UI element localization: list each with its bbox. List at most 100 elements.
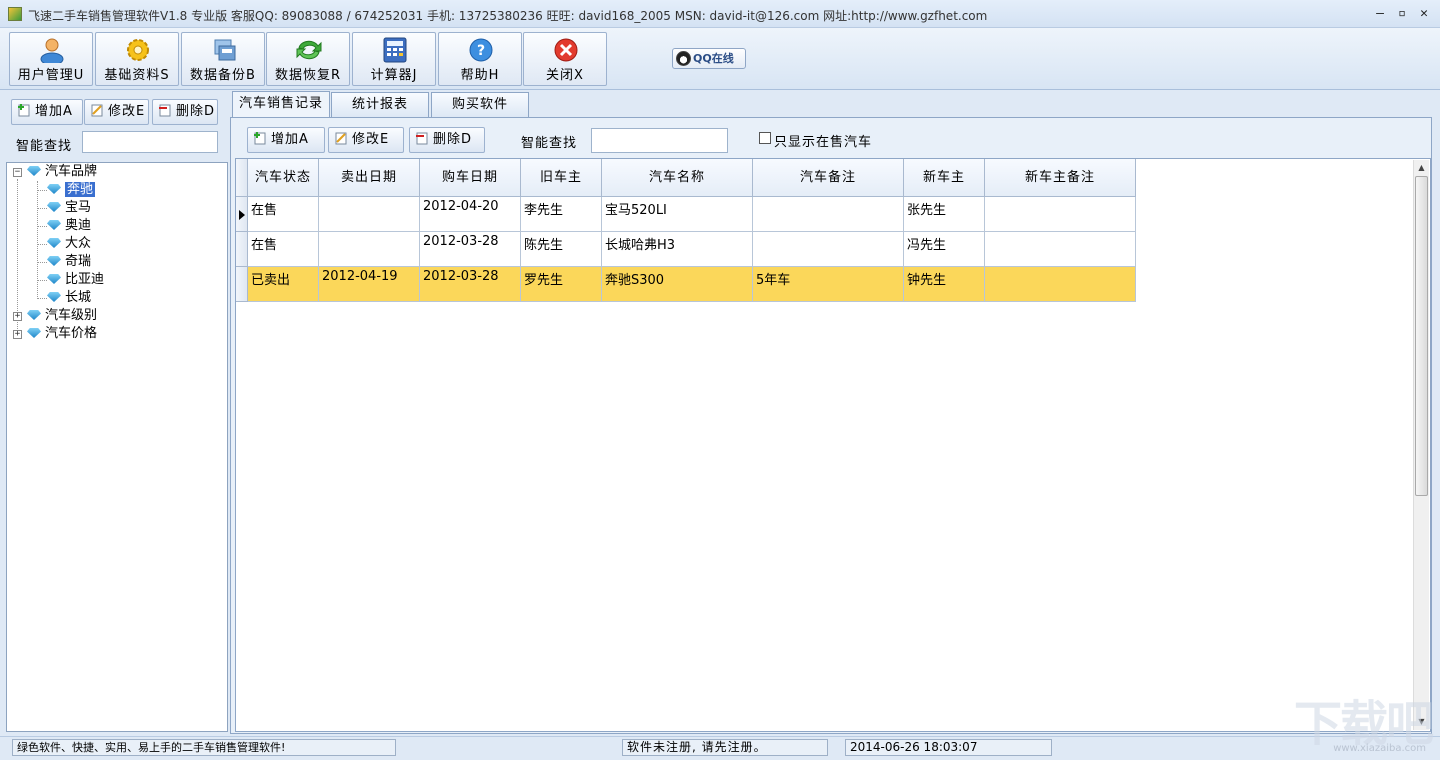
column-header-status[interactable]: 汽车状态 bbox=[248, 159, 319, 197]
add-record-button[interactable]: 增加A bbox=[247, 127, 325, 153]
left-delete-button[interactable]: 删除D bbox=[152, 99, 218, 125]
table-cell[interactable]: 罗先生 bbox=[521, 267, 602, 302]
status-register[interactable]: 软件未注册, 请先注册。 bbox=[622, 739, 828, 756]
close-window-button[interactable]: ✕ bbox=[1414, 5, 1434, 23]
minimize-button[interactable]: – bbox=[1370, 5, 1390, 23]
expand-level-icon[interactable]: + bbox=[13, 312, 22, 321]
tree-node-brand-2[interactable]: 奥迪 bbox=[47, 217, 91, 235]
diamond-icon bbox=[47, 256, 61, 266]
gear-icon bbox=[127, 39, 149, 61]
watermark-site: www.xiazaiba.com bbox=[1333, 743, 1426, 754]
table-cell[interactable]: 2012-04-19 bbox=[319, 267, 420, 302]
tree-node-brand-1[interactable]: 宝马 bbox=[47, 199, 91, 217]
left-search-label: 智能查找 bbox=[16, 139, 73, 154]
table-cell[interactable]: 钟先生 bbox=[904, 267, 985, 302]
only-on-sale-checkbox[interactable] bbox=[759, 132, 771, 144]
row-header[interactable] bbox=[236, 267, 248, 302]
table-cell[interactable]: 5年车 bbox=[753, 267, 904, 302]
window-title: 飞速二手车销售管理软件V1.8 专业版 客服QQ: 89083088 / 674… bbox=[28, 9, 988, 23]
table-cell[interactable]: 长城哈弗H3 bbox=[602, 232, 753, 267]
tree-node-brand-3[interactable]: 大众 bbox=[47, 235, 91, 253]
row-header[interactable] bbox=[236, 232, 248, 267]
table-cell[interactable] bbox=[753, 197, 904, 232]
table-cell[interactable] bbox=[985, 197, 1136, 232]
column-header-car-name[interactable]: 汽车名称 bbox=[602, 159, 753, 197]
maximize-button[interactable]: ▫ bbox=[1392, 5, 1412, 23]
table-cell[interactable]: 奔驰S300 bbox=[602, 267, 753, 302]
status-slogan: 绿色软件、快捷、实用、易上手的二手车销售管理软件! bbox=[12, 739, 396, 756]
table-cell[interactable] bbox=[319, 197, 420, 232]
tree-node-brand-0[interactable]: 奔驰 bbox=[47, 181, 96, 199]
qq-online-button[interactable]: QQ在线 bbox=[672, 48, 746, 69]
table-cell[interactable]: 冯先生 bbox=[904, 232, 985, 267]
tree-node-price[interactable]: 汽车价格 bbox=[27, 325, 97, 343]
add-icon bbox=[18, 104, 30, 117]
tree-node-brand-4[interactable]: 奇瑞 bbox=[47, 253, 91, 271]
scroll-thumb[interactable] bbox=[1415, 176, 1428, 496]
calculator-icon bbox=[383, 37, 407, 63]
vertical-scrollbar[interactable]: ▲ ▼ bbox=[1413, 160, 1429, 730]
tree-node-brand-6[interactable]: 长城 bbox=[47, 289, 91, 307]
base-data-button[interactable]: 基础资料S bbox=[95, 32, 179, 86]
table-cell[interactable] bbox=[319, 232, 420, 267]
exit-button[interactable]: 关闭X bbox=[523, 32, 607, 86]
edit-record-button[interactable]: 修改E bbox=[328, 127, 404, 153]
left-edit-button[interactable]: 修改E bbox=[84, 99, 149, 125]
close-icon bbox=[554, 38, 578, 62]
sales-search-label: 智能查找 bbox=[521, 136, 578, 151]
tab-statistics[interactable]: 统计报表 bbox=[331, 92, 429, 117]
tab-sales-records[interactable]: 汽车销售记录 bbox=[232, 91, 330, 118]
left-search-input[interactable] bbox=[82, 131, 218, 153]
tab-buy-software[interactable]: 购买软件 bbox=[431, 92, 529, 117]
table-cell[interactable]: 在售 bbox=[248, 197, 319, 232]
table-cell[interactable]: 2012-04-20 bbox=[420, 197, 521, 232]
table-cell[interactable] bbox=[985, 232, 1136, 267]
table-cell[interactable]: 2012-03-28 bbox=[420, 267, 521, 302]
column-header-old-owner[interactable]: 旧车主 bbox=[521, 159, 602, 197]
svg-text:?: ? bbox=[477, 43, 485, 59]
diamond-icon bbox=[47, 292, 61, 302]
column-header-car-note[interactable]: 汽车备注 bbox=[753, 159, 904, 197]
tree-node-brand[interactable]: 汽车品牌 bbox=[27, 163, 97, 181]
left-add-button[interactable]: 增加A bbox=[11, 99, 83, 125]
table-cell[interactable]: 2012-03-28 bbox=[420, 232, 521, 267]
table-cell[interactable]: 已卖出 bbox=[248, 267, 319, 302]
only-on-sale-label: 只显示在售汽车 bbox=[774, 135, 873, 150]
collapse-brand-icon[interactable]: − bbox=[13, 168, 22, 177]
scroll-up-icon[interactable]: ▲ bbox=[1416, 162, 1427, 174]
user-management-button[interactable]: 用户管理U bbox=[9, 32, 93, 86]
column-header-buy-date[interactable]: 购车日期 bbox=[420, 159, 521, 197]
row-header-current[interactable] bbox=[236, 197, 248, 232]
table-cell[interactable]: 李先生 bbox=[521, 197, 602, 232]
table-cell[interactable]: 陈先生 bbox=[521, 232, 602, 267]
grid-corner bbox=[236, 159, 248, 197]
table-cell[interactable]: 在售 bbox=[248, 232, 319, 267]
delete-record-button[interactable]: 删除D bbox=[409, 127, 485, 153]
table-cell[interactable]: 张先生 bbox=[904, 197, 985, 232]
diamond-icon bbox=[47, 202, 61, 212]
category-tree: − 汽车品牌 奔驰 宝马 奥迪 大众 奇瑞 比亚迪 长城 + 汽车级别 + 汽车… bbox=[6, 162, 228, 732]
sales-panel: 增加A 修改E 删除D 智能查找 只显示在售汽车 汽车状态 卖出日期 购车日期 … bbox=[230, 117, 1432, 734]
tree-node-level[interactable]: 汽车级别 bbox=[27, 307, 97, 325]
app-icon bbox=[8, 7, 22, 21]
table-cell[interactable] bbox=[985, 267, 1136, 302]
help-icon: ? bbox=[469, 38, 493, 62]
current-row-arrow-icon bbox=[239, 210, 245, 220]
column-header-new-owner[interactable]: 新车主 bbox=[904, 159, 985, 197]
expand-price-icon[interactable]: + bbox=[13, 330, 22, 339]
add-icon bbox=[254, 132, 266, 145]
diamond-icon bbox=[27, 328, 41, 338]
diamond-icon bbox=[47, 238, 61, 248]
sales-search-input[interactable] bbox=[591, 128, 728, 153]
tree-node-brand-5[interactable]: 比亚迪 bbox=[47, 271, 104, 289]
column-header-new-owner-note[interactable]: 新车主备注 bbox=[985, 159, 1136, 197]
data-restore-button[interactable]: 数据恢复R bbox=[266, 32, 350, 86]
status-datetime: 2014-06-26 18:03:07 bbox=[845, 739, 1052, 756]
table-cell[interactable] bbox=[753, 232, 904, 267]
table-cell[interactable]: 宝马520LI bbox=[602, 197, 753, 232]
data-backup-button[interactable]: 数据备份B bbox=[181, 32, 265, 86]
column-header-sell-date[interactable]: 卖出日期 bbox=[319, 159, 420, 197]
help-button[interactable]: ? 帮助H bbox=[438, 32, 522, 86]
restore-icon bbox=[296, 40, 322, 60]
calculator-button[interactable]: 计算器J bbox=[352, 32, 436, 86]
